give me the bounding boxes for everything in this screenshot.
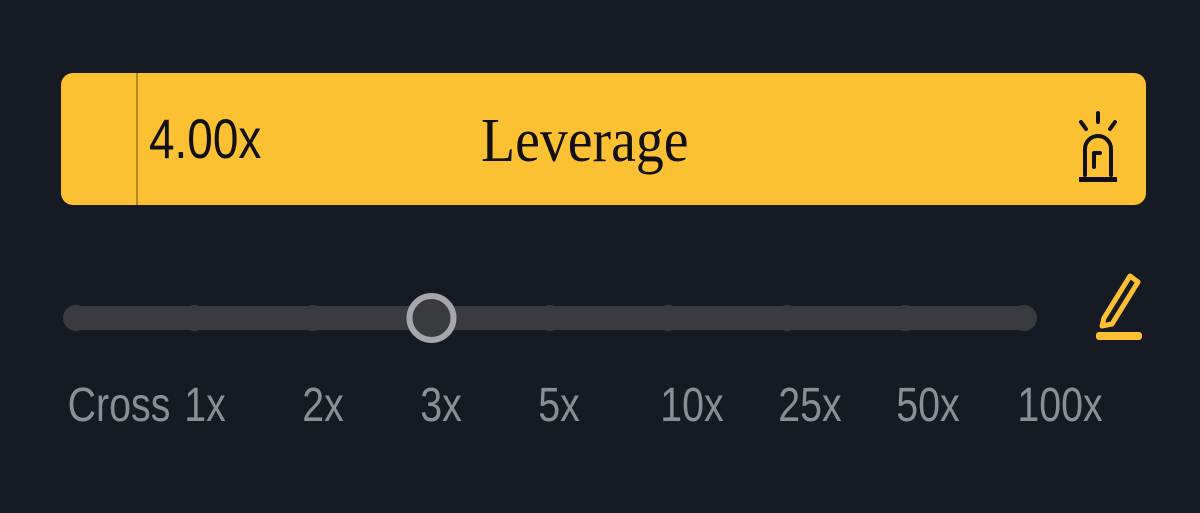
slider-tick-dot[interactable] [63, 305, 89, 331]
leverage-title: Leverage [481, 107, 689, 175]
leverage-slider[interactable] [60, 276, 1040, 360]
slider-tick-label[interactable]: 100x [1017, 378, 1102, 434]
slider-tick-dot[interactable] [537, 305, 563, 331]
alarm-light-icon[interactable] [1073, 109, 1123, 187]
slider-thumb[interactable] [406, 293, 457, 343]
slider-tick-dot[interactable] [892, 305, 919, 331]
slider-tick-label[interactable]: 10x [660, 378, 723, 434]
slider-tick-dot[interactable] [655, 305, 682, 331]
slider-tick-dot[interactable] [774, 305, 800, 331]
slider-tick-label[interactable]: 3x [420, 378, 462, 434]
slider-tick-label[interactable]: 2x [302, 378, 344, 434]
slider-tick-dot[interactable] [300, 305, 326, 331]
slider-tick-label[interactable]: Cross [68, 378, 171, 434]
slider-tick-label[interactable]: 25x [778, 378, 841, 434]
leverage-bar[interactable]: 4.00x Leverage [61, 73, 1146, 205]
pencil-icon[interactable] [1092, 268, 1146, 348]
leverage-value: 4.00x [149, 107, 262, 170]
slider-tick-dot[interactable] [1011, 305, 1037, 331]
slider-tick-label[interactable]: 50x [896, 378, 959, 434]
slider-tick-dot[interactable] [181, 305, 208, 331]
slider-tick-label[interactable]: 5x [538, 378, 580, 434]
leverage-divider [136, 73, 138, 205]
slider-tick-label[interactable]: 1x [184, 378, 226, 434]
